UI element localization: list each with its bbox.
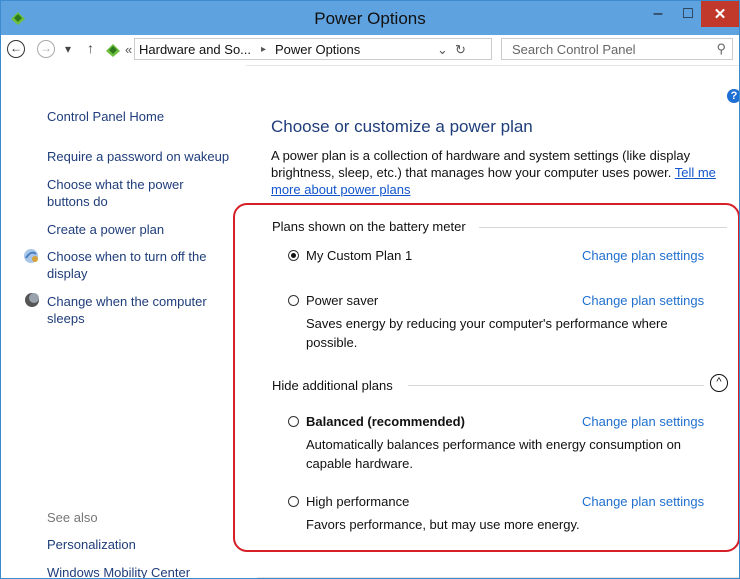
title-bar: Power Options – □ ✕ [1,1,739,35]
sleep-moon-icon [25,293,39,307]
recent-pages-dropdown-icon[interactable]: ▾ [65,42,71,56]
page-description: A power plan is a collection of hardware… [271,147,739,198]
sidebar-item-label: Choose when to turn off the [47,249,207,264]
back-arrow-icon: ← [10,41,22,55]
search-input[interactable]: Search Control Panel ⚲ [501,38,733,60]
refresh-icon[interactable]: ↻ [455,42,466,58]
sidebar-item-control-panel-home[interactable]: Control Panel Home [47,108,164,125]
back-button[interactable]: ← [7,40,25,58]
window-title: Power Options [314,9,426,28]
sidebar-item-choose-power-buttons[interactable]: Choose what the power buttons do [47,176,184,210]
forward-arrow-icon: → [40,41,52,55]
bottom-divider [257,577,739,578]
maximize-button[interactable]: □ [673,1,703,27]
minimize-icon: – [653,5,663,22]
breadcrumb-separator-icon: ▸ [261,44,267,55]
search-icon[interactable]: ⚲ [716,41,726,57]
sidebar-item-mobility-center[interactable]: Windows Mobility Center [47,564,190,578]
breadcrumb-overflow-icon[interactable]: « [125,42,132,57]
up-arrow-icon[interactable]: ↑ [87,40,94,56]
sidebar-item-label: Choose what the power [47,177,184,192]
maximize-icon: □ [683,5,693,22]
sidebar-item-label: display [47,266,88,281]
description-line: A power plan is a collection of hardware… [271,148,691,163]
sidebar-item-label: buttons do [47,194,108,209]
address-dropdown-icon[interactable]: ⌄ [437,42,448,58]
description-line: brightness, sleep, etc.) that manages ho… [271,165,672,180]
tell-me-more-link[interactable]: Tell me [675,165,716,180]
close-icon: ✕ [713,6,727,23]
search-placeholder: Search Control Panel [512,42,636,57]
breadcrumb-hardware-and-sound[interactable]: Hardware and So... [139,42,251,57]
close-button[interactable]: ✕ [701,1,739,27]
page-title: Choose or customize a power plan [271,117,533,136]
display-icon [24,249,38,263]
window: Power Options – □ ✕ ← → ▾ ↑ « Hardware a… [0,0,740,579]
sidebar-item-turn-off-display[interactable]: Choose when to turn off the display [47,248,206,282]
breadcrumb-power-options[interactable]: Power Options [275,42,360,57]
see-also-heading: See also [47,510,98,525]
help-icon[interactable]: ? [727,89,739,103]
sidebar-item-require-password[interactable]: Require a password on wakeup [47,148,229,165]
sidebar: Control Panel Home Require a password on… [1,65,246,578]
sidebar-item-computer-sleeps[interactable]: Change when the computer sleeps [47,293,207,327]
minimize-button[interactable]: – [643,1,673,27]
sidebar-item-create-power-plan[interactable]: Create a power plan [47,221,164,238]
sidebar-item-label: Change when the computer [47,294,207,309]
address-bar[interactable]: « Hardware and So... ▸ Power Options ⌄ ↻ [125,38,492,60]
sidebar-item-personalization[interactable]: Personalization [47,536,136,553]
tell-me-more-link-continued[interactable]: more about power plans [271,182,410,197]
control-panel-icon [106,44,120,57]
plans-highlight-frame [233,203,739,552]
navigation-bar: ← → ▾ ↑ « Hardware and So... ▸ Power Opt… [1,35,739,66]
sidebar-item-label: sleeps [47,311,85,326]
forward-button[interactable]: → [37,40,55,58]
